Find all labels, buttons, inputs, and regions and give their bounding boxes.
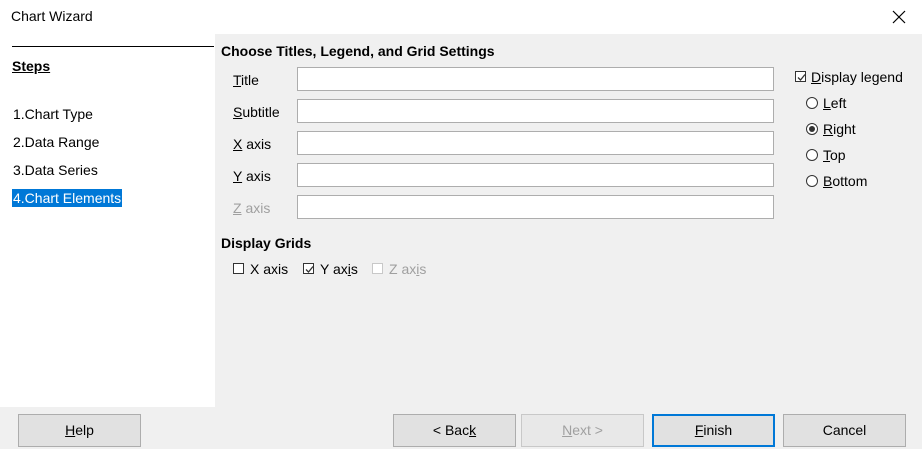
close-button[interactable]	[876, 0, 922, 34]
next-button: Next >	[521, 414, 644, 447]
display-legend-label[interactable]: Display legend	[811, 69, 903, 85]
x-axis-input[interactable]	[297, 131, 774, 155]
steps-panel	[0, 34, 215, 407]
steps-heading: Steps	[12, 58, 51, 74]
grid-z-axis-checkbox	[372, 263, 383, 274]
legend-left-label[interactable]: Left	[823, 95, 846, 111]
titles-heading: Choose Titles, Legend, and Grid Settings	[221, 43, 495, 59]
cancel-button[interactable]: Cancel	[783, 414, 906, 447]
y-axis-input[interactable]	[297, 163, 774, 187]
title-label: Title	[233, 72, 259, 88]
step-chart-elements[interactable]: 4.Chart Elements	[12, 189, 123, 207]
subtitle-input[interactable]	[297, 99, 774, 123]
check-icon	[305, 266, 314, 273]
back-button[interactable]: < Back	[393, 414, 516, 447]
y-axis-label: Y axis	[233, 168, 271, 184]
legend-top-radio[interactable]	[806, 149, 818, 161]
x-axis-label: X axis	[233, 136, 272, 152]
legend-bottom-label[interactable]: Bottom	[823, 173, 867, 189]
grid-x-axis-checkbox[interactable]	[233, 263, 244, 274]
steps-divider	[12, 46, 214, 47]
help-button[interactable]: Help	[18, 414, 141, 447]
grid-x-axis-label[interactable]: X axis	[250, 261, 288, 277]
legend-bottom-radio[interactable]	[806, 175, 818, 187]
step-data-range[interactable]: 2.Data Range	[12, 133, 100, 151]
step-data-series[interactable]: 3.Data Series	[12, 161, 99, 179]
title-input[interactable]	[297, 67, 774, 91]
window-title: Chart Wizard	[11, 8, 93, 24]
step-chart-type[interactable]: 1.Chart Type	[12, 105, 94, 123]
legend-right-radio[interactable]	[806, 123, 818, 135]
title-bar	[0, 0, 922, 34]
grid-y-axis-checkbox[interactable]	[303, 263, 314, 274]
close-icon	[892, 10, 906, 24]
grid-z-axis-label: Z axis	[389, 261, 427, 277]
finish-button[interactable]: Finish	[652, 414, 775, 447]
grid-y-axis-label[interactable]: Y axis	[320, 261, 358, 277]
grids-heading: Display Grids	[221, 235, 312, 251]
legend-right-label[interactable]: Right	[823, 121, 856, 137]
legend-left-radio[interactable]	[806, 97, 818, 109]
legend-top-label[interactable]: Top	[823, 147, 846, 163]
z-axis-input	[297, 195, 774, 219]
z-axis-label: Z axis	[233, 200, 271, 216]
subtitle-label: Subtitle	[233, 104, 280, 120]
display-legend-checkbox[interactable]	[795, 71, 806, 82]
check-icon	[797, 74, 806, 81]
